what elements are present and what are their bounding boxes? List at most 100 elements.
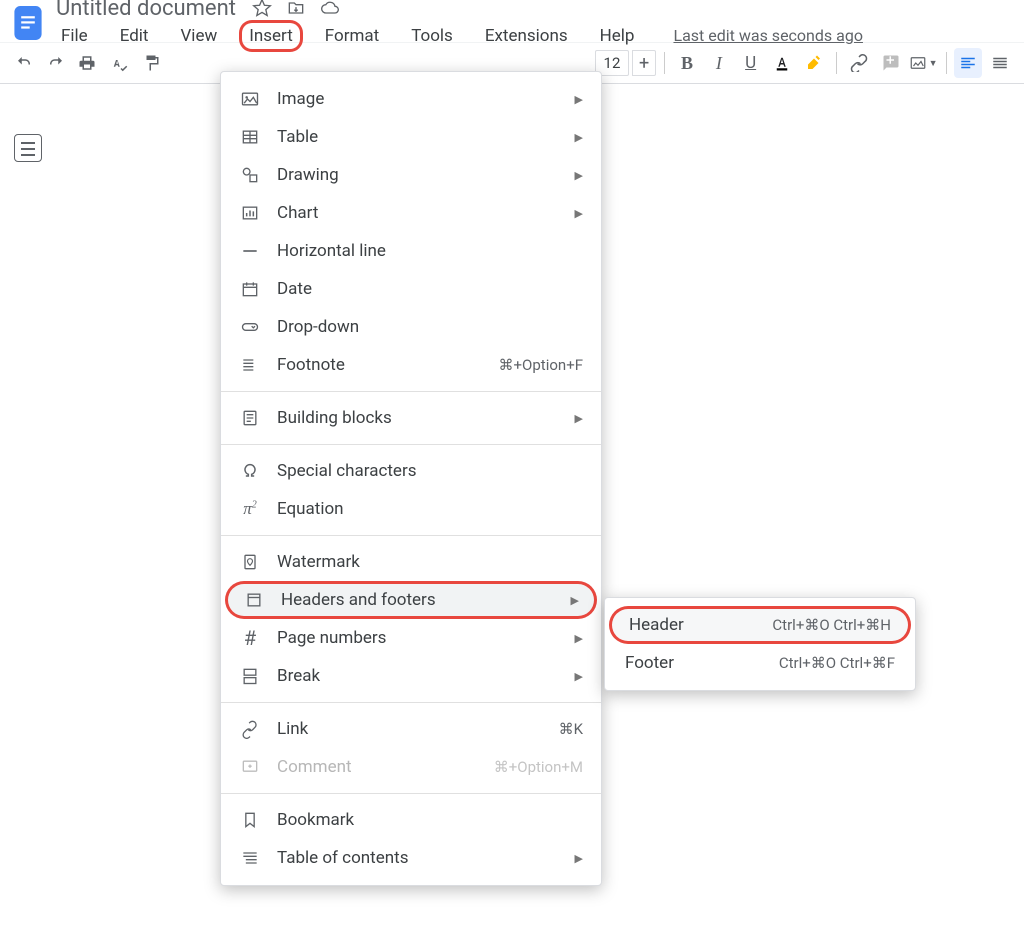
- submenu-arrow-icon: ▶: [571, 594, 579, 607]
- insert-dropdown[interactable]: Drop-down: [221, 308, 601, 346]
- move-icon[interactable]: [286, 0, 306, 18]
- paint-format-button[interactable]: [137, 48, 165, 78]
- table-icon: [239, 126, 261, 148]
- menu-label: Bookmark: [277, 810, 583, 830]
- text-color-button[interactable]: [769, 48, 797, 78]
- shortcut-text: Ctrl+⌘O Ctrl+⌘F: [779, 654, 895, 672]
- submenu-arrow-icon: ▶: [575, 670, 583, 683]
- menu-format[interactable]: Format: [318, 23, 386, 49]
- menu-label: Watermark: [277, 552, 583, 572]
- insert-menu-popup: Image ▶ Table ▶ Drawing ▶ Chart ▶ Horizo…: [220, 71, 602, 886]
- menu-label: Date: [277, 279, 583, 299]
- bold-button[interactable]: B: [673, 48, 701, 78]
- insert-chart[interactable]: Chart ▶: [221, 194, 601, 232]
- insert-special-characters[interactable]: Special characters: [221, 452, 601, 490]
- menu-extensions[interactable]: Extensions: [478, 23, 575, 49]
- insert-headers-footers[interactable]: Headers and footers ▶: [225, 581, 597, 619]
- menu-separator: [221, 444, 601, 445]
- menu-help[interactable]: Help: [593, 23, 642, 49]
- shortcut-text: ⌘K: [559, 720, 583, 738]
- cloud-status-icon[interactable]: [320, 0, 340, 18]
- equation-icon: π2: [239, 498, 261, 520]
- insert-page-numbers[interactable]: # Page numbers ▶: [221, 619, 601, 657]
- left-rail: [0, 84, 56, 896]
- drawing-icon: [239, 164, 261, 186]
- insert-horizontal-line[interactable]: Horizontal line: [221, 232, 601, 270]
- comment-icon: [239, 756, 261, 778]
- submenu-arrow-icon: ▶: [575, 131, 583, 144]
- menu-label: Image: [277, 89, 551, 109]
- menu-label: Page numbers: [277, 628, 551, 648]
- menu-label: Equation: [277, 499, 583, 519]
- menu-label: Link: [277, 719, 543, 739]
- separator: [664, 52, 665, 74]
- menu-file[interactable]: File: [54, 23, 95, 49]
- chart-icon: [239, 202, 261, 224]
- menu-insert[interactable]: Insert: [242, 23, 300, 49]
- link-icon: [239, 718, 261, 740]
- menu-separator: [221, 535, 601, 536]
- insert-watermark[interactable]: Watermark: [221, 543, 601, 581]
- menu-separator: [221, 702, 601, 703]
- horizontal-line-icon: [239, 240, 261, 262]
- italic-button[interactable]: I: [705, 48, 733, 78]
- menu-label: Footnote: [277, 355, 483, 375]
- headers-footers-submenu: Header Ctrl+⌘O Ctrl+⌘H Footer Ctrl+⌘O Ct…: [604, 597, 916, 691]
- outline-icon[interactable]: [14, 134, 42, 162]
- menu-tools[interactable]: Tools: [404, 23, 460, 49]
- insert-table-of-contents[interactable]: Table of contents ▶: [221, 839, 601, 877]
- menu-label: Special characters: [277, 461, 583, 481]
- undo-button[interactable]: [10, 48, 38, 78]
- redo-button[interactable]: [42, 48, 70, 78]
- shortcut-text: ⌘+Option+M: [494, 758, 583, 776]
- menu-edit[interactable]: Edit: [113, 23, 156, 49]
- submenu-arrow-icon: ▶: [575, 207, 583, 220]
- insert-break[interactable]: Break ▶: [221, 657, 601, 695]
- submenu-footer[interactable]: Footer Ctrl+⌘O Ctrl+⌘F: [605, 644, 915, 682]
- last-edit-link[interactable]: Last edit was seconds ago: [673, 26, 862, 45]
- headers-footers-icon: [243, 589, 265, 611]
- submenu-arrow-icon: ▶: [575, 632, 583, 645]
- insert-building-blocks[interactable]: Building blocks ▶: [221, 399, 601, 437]
- add-comment-button[interactable]: [877, 48, 905, 78]
- insert-equation[interactable]: π2 Equation: [221, 490, 601, 528]
- insert-image[interactable]: Image ▶: [221, 80, 601, 118]
- insert-comment: Comment ⌘+Option+M: [221, 748, 601, 786]
- titlebar: Untitled document File Edit View Insert …: [0, 0, 1024, 40]
- insert-drawing[interactable]: Drawing ▶: [221, 156, 601, 194]
- image-icon: [239, 88, 261, 110]
- menu-view[interactable]: View: [173, 23, 224, 49]
- doc-title[interactable]: Untitled document: [54, 0, 238, 21]
- menu-label: Headers and footers: [281, 590, 547, 610]
- insert-footnote[interactable]: Footnote ⌘+Option+F: [221, 346, 601, 384]
- insert-link-button[interactable]: [845, 48, 873, 78]
- font-size-increase-button[interactable]: +: [632, 50, 656, 76]
- insert-image-button[interactable]: ▼: [909, 48, 938, 78]
- submenu-header[interactable]: Header Ctrl+⌘O Ctrl+⌘H: [609, 606, 911, 644]
- menu-label: Chart: [277, 203, 551, 223]
- menu-separator: [221, 793, 601, 794]
- menu-label: Break: [277, 666, 551, 686]
- submenu-label: Header: [629, 615, 772, 635]
- docs-logo-icon[interactable]: [8, 0, 48, 47]
- insert-link[interactable]: Link ⌘K: [221, 710, 601, 748]
- menu-label: Horizontal line: [277, 241, 583, 261]
- menu-separator: [221, 391, 601, 392]
- menu-label: Comment: [277, 757, 478, 777]
- dropdown-icon: [239, 316, 261, 338]
- insert-table[interactable]: Table ▶: [221, 118, 601, 156]
- hash-icon: #: [239, 627, 261, 649]
- building-blocks-icon: [239, 407, 261, 429]
- star-icon[interactable]: [252, 0, 272, 18]
- insert-date[interactable]: Date: [221, 270, 601, 308]
- insert-bookmark[interactable]: Bookmark: [221, 801, 601, 839]
- align-dropdown-button[interactable]: [986, 48, 1014, 78]
- spellcheck-button[interactable]: [105, 48, 133, 78]
- separator: [836, 52, 837, 74]
- highlight-color-button[interactable]: [800, 48, 828, 78]
- align-left-button[interactable]: [954, 48, 982, 78]
- submenu-arrow-icon: ▶: [575, 169, 583, 182]
- print-button[interactable]: [74, 48, 102, 78]
- underline-button[interactable]: U: [737, 48, 765, 78]
- watermark-icon: [239, 551, 261, 573]
